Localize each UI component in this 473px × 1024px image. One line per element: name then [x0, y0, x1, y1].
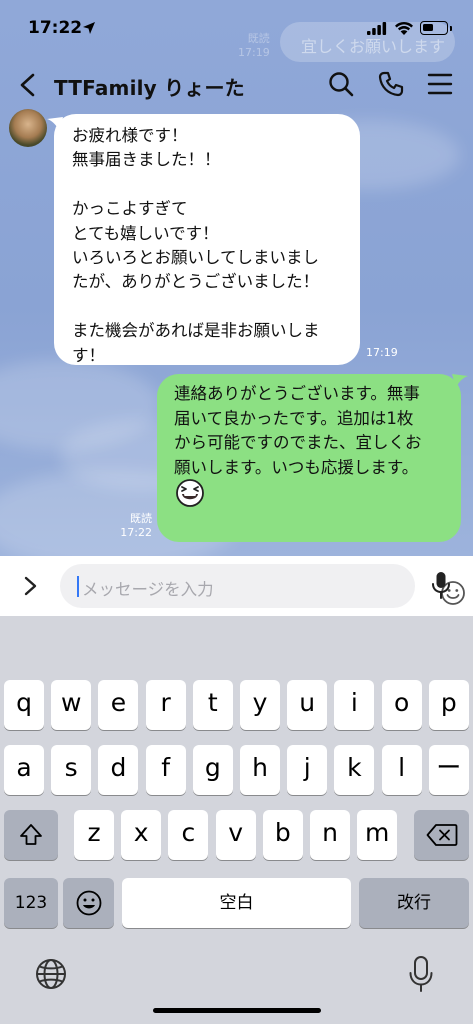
outgoing-message-time: 17:22 [120, 526, 152, 539]
key-m[interactable]: m [357, 810, 398, 860]
incoming-message-text: お疲れ様です！ 無事届きました！！ かっこよすぎて とても嬉しいです！ いろいろ… [72, 126, 320, 365]
key-b[interactable]: b [262, 810, 303, 860]
key-k[interactable]: k [334, 745, 375, 795]
read-receipt: 既読 17:22 [116, 512, 152, 540]
delete-key[interactable] [414, 810, 469, 860]
key-v[interactable]: v [215, 810, 256, 860]
dictation-mic-icon[interactable] [408, 955, 434, 993]
search-icon[interactable] [327, 70, 355, 98]
key-i[interactable]: i [334, 680, 375, 730]
chat-title[interactable]: TTFamily りょーた [54, 72, 245, 101]
menu-icon[interactable] [427, 72, 453, 96]
message-input[interactable]: メッセージを入力 [60, 564, 465, 608]
globe-icon[interactable] [34, 957, 68, 991]
numbers-key[interactable]: 123 [4, 878, 58, 928]
message-input-bar: メッセージを入力 [0, 556, 473, 616]
phone-icon[interactable] [377, 70, 405, 98]
battery-icon [420, 21, 452, 35]
key-u[interactable]: u [287, 680, 328, 730]
key-e[interactable]: e [98, 680, 139, 730]
wifi-icon [395, 21, 413, 35]
expand-chevron-icon[interactable] [20, 574, 40, 598]
backspace-icon [426, 824, 457, 846]
emoji-key[interactable] [63, 878, 114, 928]
text-caret [77, 576, 79, 597]
key-long-vowel[interactable]: ー [428, 745, 469, 795]
space-key[interactable]: 空白 [122, 878, 351, 928]
back-button[interactable] [14, 70, 42, 100]
key-p[interactable]: p [428, 680, 469, 730]
key-n[interactable]: n [310, 810, 350, 860]
key-l[interactable]: l [381, 745, 422, 795]
key-g[interactable]: g [192, 745, 233, 795]
key-y[interactable]: y [240, 680, 280, 730]
key-a[interactable]: a [4, 745, 44, 795]
location-arrow-icon [83, 22, 95, 34]
laughing-emoji-icon [176, 479, 204, 507]
key-c[interactable]: c [168, 810, 209, 860]
chat-header: TTFamily りょーた [0, 60, 473, 110]
cellular-signal-icon [367, 22, 387, 35]
key-x[interactable]: x [121, 810, 162, 860]
key-o[interactable]: o [381, 680, 422, 730]
key-h[interactable]: h [240, 745, 280, 795]
outgoing-message-text: 連絡ありがとうございます。無事 届いて良かったです。追加は1枚 から可能ですので… [174, 384, 422, 477]
key-r[interactable]: r [145, 680, 186, 730]
shift-icon [20, 824, 42, 845]
key-w[interactable]: w [51, 680, 92, 730]
key-j[interactable]: j [287, 745, 328, 795]
read-label: 既読 [130, 512, 152, 525]
status-bar: 17:22 [0, 0, 473, 60]
key-z[interactable]: z [74, 810, 114, 860]
key-q[interactable]: q [4, 680, 44, 730]
microphone-icon[interactable] [430, 570, 452, 600]
key-d[interactable]: d [98, 745, 139, 795]
emoji-face-icon [76, 890, 101, 916]
incoming-message-time: 17:19 [366, 346, 398, 359]
home-indicator [153, 1008, 321, 1013]
return-key[interactable]: 改行 [359, 878, 469, 928]
sender-avatar[interactable] [9, 109, 47, 147]
key-t[interactable]: t [192, 680, 233, 730]
shift-key[interactable] [4, 810, 58, 860]
status-time: 17:22 [28, 18, 83, 38]
key-f[interactable]: f [145, 745, 186, 795]
key-s[interactable]: s [51, 745, 92, 795]
message-input-placeholder: メッセージを入力 [82, 580, 214, 599]
